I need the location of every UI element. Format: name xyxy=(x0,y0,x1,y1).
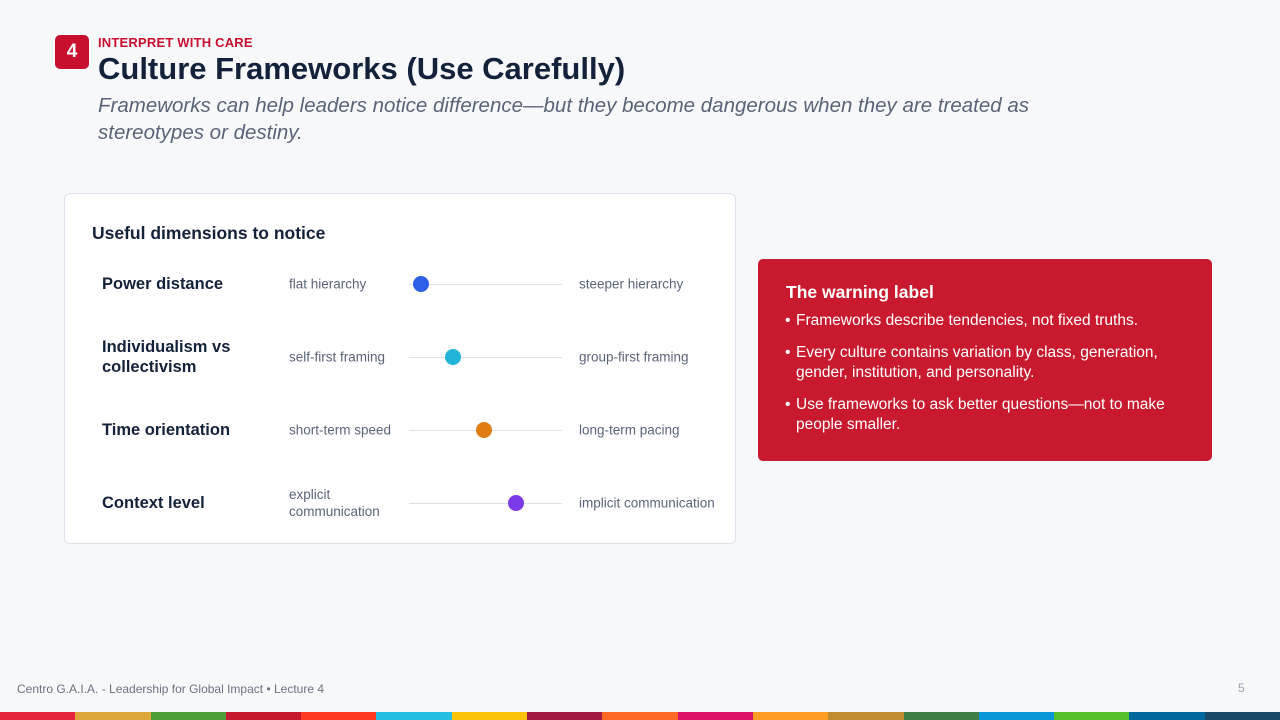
page-number: 5 xyxy=(1238,681,1245,695)
warning-item-text: Use frameworks to ask better questions—n… xyxy=(796,396,1165,433)
bullet-icon: • xyxy=(785,396,791,413)
dimension-name: Context level xyxy=(102,494,205,512)
slide-subtitle: Frameworks can help leaders notice diffe… xyxy=(98,94,1029,144)
stripe-segment xyxy=(0,712,76,720)
dimension-left-pole: explicit communication xyxy=(289,487,380,519)
warning-item: • Every culture contains variation by cl… xyxy=(785,343,1185,383)
bullet-icon: • xyxy=(785,344,791,361)
dimension-left-pole: short-term speed xyxy=(289,422,392,438)
dimension-marker xyxy=(508,495,525,511)
footer-course-label: Centro G.A.I.A. - Leadership for Global … xyxy=(17,682,325,696)
dimension-row: Time orientation short-term speed long-t… xyxy=(65,400,737,460)
dimension-right-pole: long-term pacing xyxy=(579,422,680,438)
stripe-segment xyxy=(1129,712,1205,720)
dimension-left-pole: flat hierarchy xyxy=(289,276,367,292)
dimension-scale-track xyxy=(409,495,562,511)
warning-title: The warning label xyxy=(786,282,934,302)
dimension-row: Individualism vs collectivism self-first… xyxy=(65,327,737,387)
warning-item-text: Frameworks describe tendencies, not fixe… xyxy=(796,312,1139,329)
warning-item: • Frameworks describe tendencies, not fi… xyxy=(785,311,1185,331)
dimension-scale-track xyxy=(409,276,562,292)
section-number-badge: 4 xyxy=(55,35,89,69)
warning-panel: The warning label • Frameworks describe … xyxy=(758,259,1212,461)
stripe-segment xyxy=(1054,712,1130,720)
dimension-marker xyxy=(445,349,462,365)
dimension-name: Power distance xyxy=(102,275,224,293)
dimension-name: Individualism vs collectivism xyxy=(102,338,231,376)
dimension-right-pole: steeper hierarchy xyxy=(579,276,684,292)
dimension-scale-track xyxy=(409,349,562,365)
stripe-segment xyxy=(752,712,829,720)
bullet-icon: • xyxy=(785,312,791,329)
dimension-right-pole: implicit communication xyxy=(579,495,715,511)
warning-item-text: Every culture contains variation by clas… xyxy=(796,344,1158,381)
stripe-segment xyxy=(828,712,904,720)
dimension-row: Power distance flat hierarchy steeper hi… xyxy=(65,254,737,314)
stripe-segment xyxy=(978,712,1055,720)
dimension-scale-track xyxy=(409,422,562,438)
stripe-segment xyxy=(1204,712,1280,720)
dimension-marker xyxy=(475,422,492,438)
slide-title: Culture Frameworks (Use Carefully) xyxy=(98,51,626,86)
stripe-segment xyxy=(75,712,151,720)
stripe-segment xyxy=(225,712,302,720)
section-kicker: INTERPRET WITH CARE xyxy=(98,35,253,50)
stripe-segment xyxy=(903,712,979,720)
dimensions-card: Useful dimensions to notice Power distan… xyxy=(64,193,736,544)
dimension-row: Context level explicit communication imp… xyxy=(65,473,737,533)
stripe-segment xyxy=(376,712,452,720)
dimensions-heading: Useful dimensions to notice xyxy=(92,223,326,243)
dimension-marker xyxy=(413,276,430,292)
dimension-name: Time orientation xyxy=(102,421,231,439)
stripe-segment xyxy=(527,712,603,720)
color-stripe xyxy=(0,712,1280,720)
warning-list: • Frameworks describe tendencies, not fi… xyxy=(785,311,1185,447)
stripe-segment xyxy=(150,712,226,720)
warning-item: • Use frameworks to ask better questions… xyxy=(785,395,1185,435)
dimension-left-pole: self-first framing xyxy=(289,349,386,365)
stripe-segment xyxy=(602,712,678,720)
dimension-right-pole: group-first framing xyxy=(579,349,689,365)
stripe-segment xyxy=(301,712,377,720)
stripe-segment xyxy=(677,712,753,720)
stripe-segment xyxy=(451,712,528,720)
